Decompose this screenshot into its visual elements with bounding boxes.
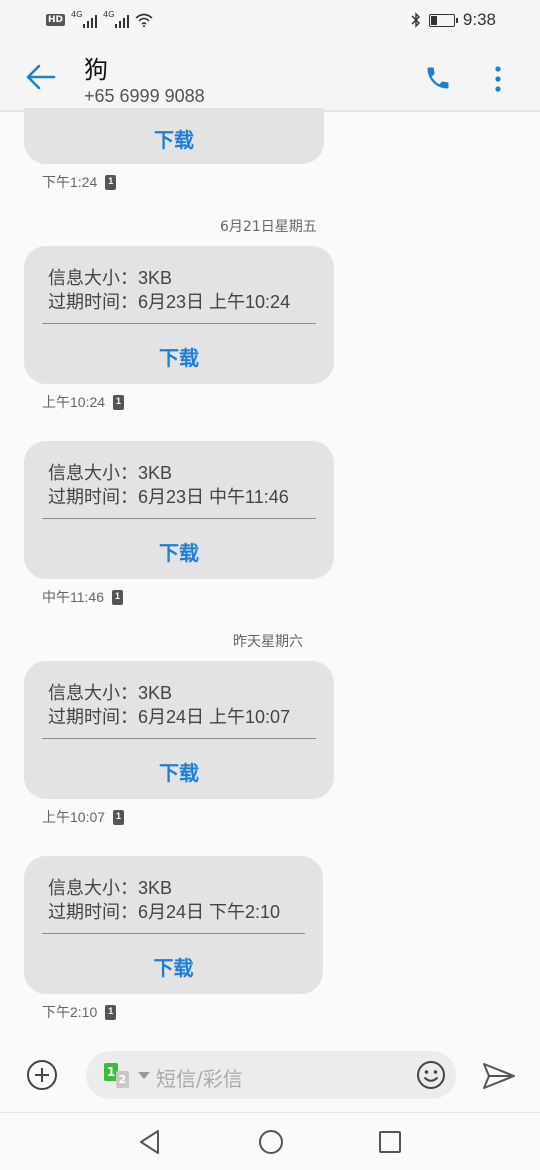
- emoji-icon[interactable]: [416, 1060, 446, 1090]
- sim-card-icon: 1: [113, 394, 125, 410]
- message-timestamp: 中午11:46 1: [42, 587, 123, 607]
- message-expiry: 过期时间：6月24日 上午10:07: [48, 707, 291, 727]
- more-vertical-icon[interactable]: [488, 62, 508, 96]
- message-expiry: 过期时间：6月24日 下午2:10: [48, 902, 281, 922]
- message-timestamp: 下午2:10 1: [42, 1002, 117, 1022]
- phone-icon[interactable]: [424, 64, 452, 92]
- add-icon[interactable]: [26, 1059, 58, 1091]
- bluetooth-icon: [411, 12, 420, 28]
- mms-notification-bubble: 信息大小：3KB 过期时间：6月24日 上午10:07 下载: [24, 661, 334, 799]
- wifi-icon: [135, 13, 153, 27]
- network-type-label: 4G: [71, 10, 83, 19]
- message-timestamp: 上午10:07 1: [42, 807, 125, 827]
- status-bar: HD 4G 4G 9:38: [0, 0, 540, 42]
- mms-notification-bubble: 信息大小：3KB 过期时间：6月23日 中午11:46 下载: [24, 441, 334, 579]
- clock: 9:38: [462, 10, 496, 29]
- mms-notification-bubble: 下载: [24, 108, 324, 164]
- timestamp-text: 下午2:10: [42, 1004, 98, 1020]
- input-placeholder: 短信/彩信: [156, 1067, 243, 1091]
- divider: [42, 323, 316, 324]
- status-left: HD 4G 4G: [46, 10, 153, 28]
- divider: [42, 933, 305, 934]
- sim-card-icon: 1: [105, 1004, 117, 1020]
- hd-badge: HD: [46, 14, 66, 26]
- message-expiry: 过期时间：6月23日 中午11:46: [48, 487, 289, 507]
- sim-card-icon: 1: [112, 589, 123, 605]
- nav-back-icon[interactable]: [138, 1129, 162, 1155]
- download-button[interactable]: 下载: [24, 342, 334, 371]
- message-input[interactable]: 1 2 短信/彩信: [86, 1051, 456, 1099]
- date-separator: 6月21日星期五: [220, 219, 317, 235]
- timestamp-text: 上午10:24: [42, 394, 106, 410]
- message-size: 信息大小：3KB: [48, 878, 173, 898]
- message-timestamp: 下午1:24 1: [42, 172, 117, 192]
- battery-icon: [428, 13, 458, 27]
- message-size: 信息大小：3KB: [48, 463, 173, 483]
- timestamp-text: 上午10:07: [42, 809, 106, 825]
- mms-notification-bubble: 信息大小：3KB 过期时间：6月23日 上午10:24 下载: [24, 246, 334, 384]
- send-icon[interactable]: [482, 1062, 516, 1090]
- sim-card-icon: 1: [105, 174, 117, 190]
- message-size: 信息大小：3KB: [48, 268, 173, 288]
- date-separator: 昨天星期六: [233, 634, 303, 650]
- chevron-down-icon[interactable]: [138, 1072, 150, 1079]
- contact-name: 狗: [84, 56, 108, 84]
- system-navigation-bar: [0, 1112, 540, 1170]
- contact-number: +65 6999 9088: [84, 86, 205, 106]
- timestamp-text: 中午11:46: [42, 589, 104, 605]
- download-button[interactable]: 下载: [24, 537, 334, 566]
- download-button[interactable]: 下载: [24, 952, 323, 981]
- message-timestamp: 上午10:24 1: [42, 392, 125, 412]
- sim-selector[interactable]: 1 2: [104, 1063, 134, 1089]
- message-composer: 1 2 短信/彩信: [0, 1040, 540, 1112]
- back-arrow-icon[interactable]: [24, 60, 58, 94]
- divider: [42, 738, 316, 739]
- signal-icon: 4G: [103, 10, 130, 28]
- timestamp-text: 下午1:24: [42, 174, 98, 190]
- message-size: 信息大小：3KB: [48, 683, 173, 703]
- signal-icon: 4G: [71, 10, 98, 28]
- divider: [42, 518, 316, 519]
- sim-card-icon: 1: [113, 809, 125, 825]
- download-button[interactable]: 下载: [24, 757, 334, 786]
- status-right: 9:38: [411, 10, 496, 30]
- sim-2-icon: 2: [116, 1071, 129, 1088]
- message-expiry: 过期时间：6月23日 上午10:24: [48, 292, 291, 312]
- network-type-label: 4G: [103, 10, 115, 19]
- conversation-header: 狗 +65 6999 9088: [0, 42, 540, 112]
- nav-recents-icon[interactable]: [378, 1130, 402, 1154]
- download-button[interactable]: 下载: [24, 124, 324, 153]
- mms-notification-bubble: 信息大小：3KB 过期时间：6月24日 下午2:10 下载: [24, 856, 323, 994]
- nav-home-icon[interactable]: [258, 1129, 284, 1155]
